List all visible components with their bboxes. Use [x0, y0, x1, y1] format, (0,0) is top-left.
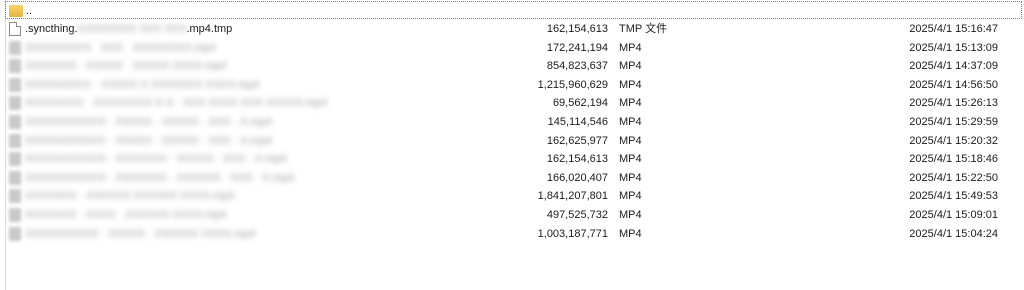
file-type: TMP 文件 — [619, 23, 668, 35]
file-type: MP4 — [619, 190, 642, 203]
file-name-redacted: XXXXXXX · XXXX · XXXXXX XXXX.mp4 — [25, 209, 227, 221]
file-icon — [9, 59, 21, 74]
file-modified: 2025/4/1 15:26:13 — [909, 97, 998, 110]
file-name-redacted: XXXXXXX · XXXXX · XXXXX XXXX.mp4 — [25, 60, 227, 73]
file-row[interactable]: XXXXXXXXX · XXXXX X XXXXXXX XXXX.mp4 1,21… — [5, 76, 1024, 94]
file-name-prefix: .syncthing. — [25, 23, 78, 35]
file-name-redacted: XXXXXXXXXXX · XXXXXXX · XXXXX · XXX · X.… — [25, 153, 287, 166]
file-name-redacted: XXXXXXXXX · XXXXX X XXXXXXX XXXX.mp4 — [25, 78, 260, 91]
file-type: MP4 — [619, 41, 642, 54]
folder-icon — [9, 5, 23, 17]
file-modified: 2025/4/1 14:37:09 — [909, 60, 998, 73]
file-name: .syncthing.XXXXXXXX XXX XXX.mp4.tmp — [25, 22, 232, 36]
file-size: 162,154,613 — [546, 23, 608, 35]
file-name-redacted: XXXXXXXXXX · XXXXX · XXXXXX XXXX.mp4 — [25, 227, 256, 240]
file-type: MP4 — [619, 227, 642, 240]
file-name-redacted: XXXXXXXX XXX XXX — [77, 23, 187, 35]
file-name-redacted: XXXXXXXX · XXXXXXXX X·X · XXX XXXX XXX X… — [25, 97, 328, 110]
file-type: MP4 — [619, 171, 642, 184]
file-list-pane: .. .syncthing.XXXXXXXX XXX XXX.mp4.tmp 16… — [5, 0, 1024, 290]
file-modified: 2025/4/1 15:29:59 — [909, 116, 998, 128]
parent-directory-label: .. — [26, 5, 33, 17]
file-type: MP4 — [619, 209, 642, 221]
file-icon — [9, 208, 21, 222]
file-row[interactable]: .syncthing.XXXXXXXX XXX XXX.mp4.tmp 162,1… — [5, 20, 1024, 38]
file-icon — [9, 133, 21, 148]
file-modified: 2025/4/1 15:22:50 — [909, 171, 998, 184]
file-icon — [9, 152, 21, 167]
file-size: 69,562,194 — [552, 97, 608, 110]
file-type: MP4 — [619, 97, 642, 110]
file-type: MP4 — [619, 78, 642, 91]
file-icon — [9, 226, 21, 241]
file-name-redacted: XXXXXXXXXXX · XXXXXXX · XXXXXX · XXX · X… — [25, 171, 294, 184]
file-modified: 2025/4/1 15:09:01 — [909, 209, 998, 221]
file-modified: 2025/4/1 15:20:32 — [909, 134, 998, 147]
file-size: 854,823,637 — [546, 60, 608, 73]
file-row[interactable]: XXXXXXXX · XXXXXXXX X·X · XXX XXXX XXX X… — [5, 94, 1024, 112]
file-row[interactable]: XXXXXXX · XXXXX · XXXXX XXXX.mp4 854,823,… — [5, 57, 1024, 75]
file-size: 172,241,194 — [546, 41, 608, 54]
file-icon — [9, 77, 21, 92]
file-row[interactable]: XXXXXXXXXXX · XXXXXXX · XXXXX · XXX · X.… — [5, 150, 1024, 168]
file-size: 145,114,546 — [547, 116, 608, 128]
file-size: 166,020,407 — [546, 171, 608, 184]
file-modified: 2025/4/1 15:49:53 — [909, 190, 998, 203]
file-row[interactable]: XXXXXXXXXXX · XXXXXXX · XXXXXX · XXX · X… — [5, 169, 1024, 187]
file-row[interactable]: XXXXXXX · XXXXXX XXXXXX XXXX.mp4 1,841,20… — [5, 187, 1024, 205]
file-size: 497,525,732 — [546, 209, 608, 221]
file-size: 1,841,207,801 — [537, 190, 608, 203]
file-icon — [9, 40, 21, 55]
file-icon — [9, 22, 21, 36]
file-row[interactable]: XXXXXXX · XXXX · XXXXXX XXXX.mp4 497,525,… — [5, 206, 1024, 224]
file-row[interactable]: XXXXXXXXXXX · XXXXX · XXXXX · XXX · X.mp… — [5, 132, 1024, 150]
file-modified: 2025/4/1 15:18:46 — [909, 153, 998, 166]
file-row[interactable]: XXXXXXXXXX · XXXXX · XXXXXX XXXX.mp4 1,00… — [5, 225, 1024, 243]
file-modified: 2025/4/1 14:56:50 — [909, 78, 998, 91]
file-type: MP4 — [619, 134, 642, 147]
file-modified: 2025/4/1 15:04:24 — [909, 227, 998, 240]
file-modified: 2025/4/1 15:16:47 — [909, 23, 998, 35]
file-row[interactable]: XXXXXXXXXXX · XXXXX · XXXXX · XXX · X.mp… — [5, 113, 1024, 131]
file-name-redacted: XXXXXXX · XXXXXX XXXXXX XXXX.mp4 — [25, 190, 235, 203]
file-row[interactable]: XXXXXXXXX · XXX · XXXXXXXX.mp4 172,241,19… — [5, 39, 1024, 57]
file-icon — [9, 189, 21, 204]
file-icon — [9, 170, 21, 185]
file-type: MP4 — [619, 153, 642, 166]
file-name-redacted: XXXXXXXXXXX · XXXXX · XXXXX · XXX · X.mp… — [25, 134, 272, 147]
parent-directory-row[interactable]: .. — [5, 1, 1022, 19]
file-size: 162,625,977 — [546, 134, 608, 147]
file-type: MP4 — [619, 116, 642, 128]
file-size: 162,154,613 — [546, 153, 608, 166]
file-size: 1,215,960,629 — [537, 78, 608, 91]
file-modified: 2025/4/1 15:13:09 — [909, 41, 998, 54]
file-name-redacted: XXXXXXXXX · XXX · XXXXXXXX.mp4 — [25, 41, 216, 54]
file-name-suffix: .mp4.tmp — [186, 23, 233, 35]
file-size: 1,003,187,771 — [537, 227, 608, 240]
file-icon — [9, 115, 21, 129]
file-type: MP4 — [619, 60, 642, 73]
file-icon — [9, 96, 21, 111]
file-name-redacted: XXXXXXXXXXX · XXXXX · XXXXX · XXX · X.mp… — [25, 116, 272, 128]
